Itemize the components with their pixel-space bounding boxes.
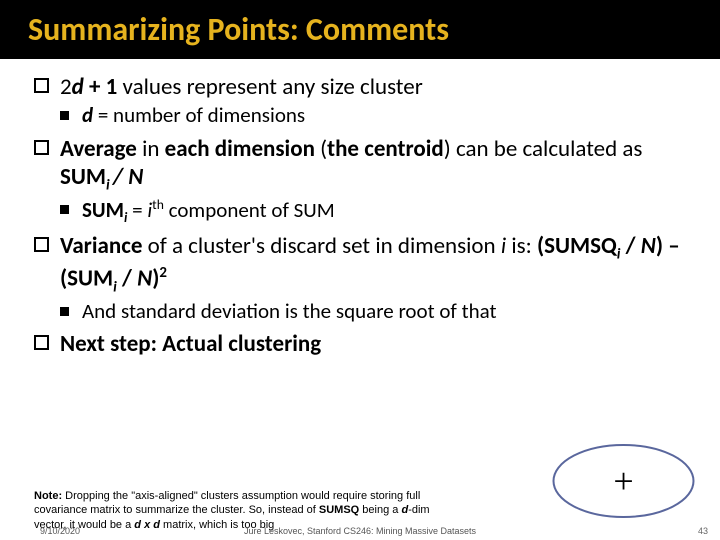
text: N (137, 265, 152, 293)
slide: Summarizing Points: Comments 2d + 1 valu… (0, 0, 720, 540)
text: And standard deviation is the square roo… (82, 298, 497, 324)
text: SUMSQ (319, 504, 359, 516)
square-bullet-icon (34, 78, 49, 93)
text: N (641, 232, 656, 260)
bullet-2a: SUMi = ith component of SUM (34, 197, 690, 227)
title-bar: Summarizing Points: Comments (0, 0, 720, 59)
text: in (137, 135, 165, 163)
text: Variance (60, 232, 142, 260)
bullet-1a: d = number of dimensions (34, 103, 690, 129)
square-bullet-small-icon (60, 205, 69, 214)
footer-attribution: Jure Leskovec, Stanford CS246: Mining Ma… (244, 526, 476, 536)
sup: th (152, 196, 164, 213)
bullet-4: Next step: Actual clustering (34, 330, 690, 358)
text: = (127, 197, 147, 223)
text: / N (113, 163, 143, 191)
text: = number of dimensions (93, 102, 305, 128)
square-bullet-small-icon (60, 111, 69, 120)
text: + 1 (84, 73, 118, 101)
text: the centroid (327, 135, 444, 163)
text: values represent any size cluster (117, 73, 422, 101)
bullet-2: Average in each dimension (the centroid)… (34, 135, 690, 195)
slide-title: Summarizing Points: Comments (28, 10, 692, 49)
text: (SUMSQ (537, 232, 617, 260)
text: each dimension (165, 135, 315, 163)
bullet-3a: And standard deviation is the square roo… (34, 299, 690, 325)
footer-date: 9/10/2020 (40, 526, 80, 536)
text: SUM (60, 163, 106, 191)
text-d: d (82, 102, 93, 128)
text: Next step: Actual clustering (60, 330, 321, 358)
text: of a cluster's discard set in dimension (142, 232, 500, 260)
text-d: d (72, 73, 84, 101)
sub: i (106, 176, 113, 194)
text: ( (315, 135, 327, 163)
bullet-1: 2d + 1 values represent any size cluster (34, 73, 690, 101)
slide-body: 2d + 1 values represent any size cluster… (0, 59, 720, 358)
text: SUM (82, 197, 124, 223)
text: ) can be calculated as (444, 135, 643, 163)
text: is: (506, 232, 537, 260)
square-bullet-icon (34, 335, 49, 350)
note-label: Note: (34, 490, 62, 502)
text: d (134, 519, 141, 531)
text: / (117, 265, 137, 293)
text: d (153, 519, 160, 531)
bullet-3: Variance of a cluster's discard set in d… (34, 232, 690, 296)
page-number: 43 (698, 526, 708, 536)
square-bullet-icon (34, 237, 49, 252)
text: being a (359, 504, 401, 516)
text: x (141, 519, 153, 531)
square-bullet-icon (34, 140, 49, 155)
text: component of SUM (164, 197, 335, 223)
sup: 2 (159, 264, 167, 282)
plus-icon: + (613, 463, 633, 499)
cluster-ellipse-diagram: + (551, 442, 696, 520)
text: / (620, 232, 640, 260)
square-bullet-small-icon (60, 307, 69, 316)
text: Average (60, 135, 137, 163)
text: 2 (60, 73, 72, 101)
